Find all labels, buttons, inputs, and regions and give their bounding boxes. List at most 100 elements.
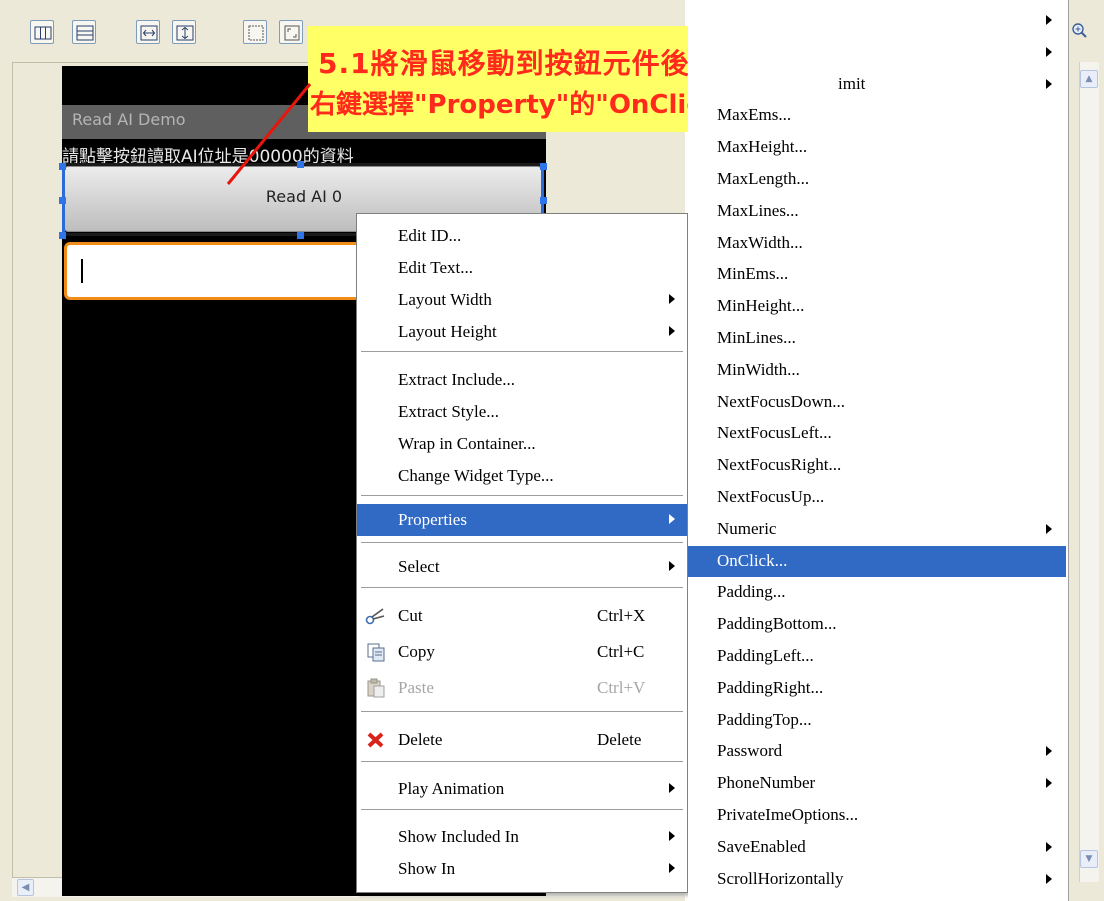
submenu-item-label: Padding...	[717, 582, 786, 602]
menu-item-extract-style[interactable]: Extract Style...	[357, 396, 687, 428]
menu-item-wrap-in-container[interactable]: Wrap in Container...	[357, 428, 687, 460]
submenu-item[interactable]: NextFocusDown...	[688, 387, 1066, 418]
resize-handle[interactable]	[59, 232, 66, 239]
submenu-item[interactable]: NextFocusLeft...	[688, 418, 1066, 449]
submenu-arrow-icon	[1046, 15, 1052, 25]
menu-separator	[361, 542, 683, 543]
submenu-item[interactable]: PaddingBottom...	[688, 609, 1066, 640]
menu-item-delete[interactable]: Delete Delete	[357, 724, 687, 756]
submenu-item[interactable]: ScrollHorizontally	[688, 864, 1066, 895]
submenu-item[interactable]: OnClick...	[688, 545, 1066, 577]
menu-item-edit-id[interactable]: Edit ID...	[357, 220, 687, 252]
submenu-item[interactable]: Password	[688, 736, 1066, 767]
zoom-fit-icon[interactable]	[279, 20, 303, 44]
submenu-item[interactable]: NextFocusUp...	[688, 482, 1066, 513]
menu-item-play-animation[interactable]: Play Animation	[357, 773, 687, 805]
submenu-item-label: MaxLines...	[717, 200, 799, 220]
submenu-arrow-icon	[1046, 778, 1052, 789]
delete-x-icon	[365, 730, 387, 750]
submenu-item-label: MaxLength...	[717, 169, 810, 188]
submenu-item-label: MinLines...	[717, 328, 796, 347]
menu-item-show-in[interactable]: Show In	[357, 853, 687, 885]
submenu-item-label: PrivateImeOptions...	[717, 805, 859, 824]
menu-item-layout-width[interactable]: Layout Width	[357, 284, 687, 316]
submenu-item[interactable]	[688, 5, 1066, 36]
fit-height-icon[interactable]	[172, 20, 196, 44]
submenu-item[interactable]: MinLines...	[688, 323, 1066, 354]
scroll-down-button[interactable]: ▼	[1080, 850, 1098, 868]
context-menu: Edit ID... Edit Text... Layout Width Lay…	[356, 213, 688, 893]
resize-handle[interactable]	[59, 197, 66, 204]
menu-item-extract-include[interactable]: Extract Include...	[357, 364, 687, 396]
menu-item-select[interactable]: Select	[357, 551, 687, 583]
submenu-arrow-icon	[669, 514, 675, 524]
submenu-arrow-icon	[669, 294, 675, 304]
submenu-item-label: NextFocusUp...	[717, 487, 825, 506]
submenu-arrow-icon	[1046, 46, 1052, 57]
fit-width-icon[interactable]	[136, 20, 160, 44]
submenu-item[interactable]: MaxLength...	[688, 164, 1066, 195]
submenu-item-label: MaxEms...	[717, 105, 792, 125]
submenu-arrow-icon	[669, 783, 675, 793]
submenu-item-label: PaddingBottom...	[717, 614, 837, 634]
submenu-item-label: Numeric	[717, 518, 777, 538]
submenu-item[interactable]: MinEms...	[688, 259, 1066, 290]
submenu-item[interactable]	[688, 37, 1066, 68]
resize-handle[interactable]	[540, 197, 547, 204]
submenu-item-label: MaxWidth...	[717, 232, 803, 252]
submenu-item[interactable]: MaxEms...	[688, 100, 1066, 131]
submenu-item[interactable]: PaddingTop...	[688, 705, 1066, 736]
submenu-item-label: MinWidth...	[717, 359, 800, 379]
submenu-item-label: NextFocusLeft...	[717, 423, 832, 443]
submenu-arrow-icon	[1046, 841, 1052, 852]
submenu-item[interactable]: PrivateImeOptions...	[688, 800, 1066, 831]
menu-item-change-widget-type[interactable]: Change Widget Type...	[357, 460, 687, 492]
submenu-item[interactable]: MinWidth...	[688, 355, 1066, 386]
submenu-item[interactable]: Padding...	[688, 577, 1066, 608]
split-vertical-icon[interactable]	[30, 20, 54, 44]
menu-item-layout-height[interactable]: Layout Height	[357, 316, 687, 348]
submenu-item-label: imit	[838, 73, 866, 93]
menu-separator	[361, 761, 683, 762]
submenu-arrow-icon	[669, 831, 675, 841]
submenu-item-label: MinEms...	[717, 264, 789, 284]
submenu-item-label: SaveEnabled	[717, 836, 806, 856]
menu-item-edit-text[interactable]: Edit Text...	[357, 252, 687, 284]
submenu-item[interactable]: imit	[688, 69, 1066, 100]
menu-item-cut[interactable]: Cut Ctrl+X	[357, 600, 687, 632]
menu-item-copy[interactable]: Copy Ctrl+C	[357, 636, 687, 668]
submenu-item[interactable]: MaxHeight...	[688, 132, 1066, 163]
submenu-item-label: NextFocusDown...	[717, 391, 845, 411]
vertical-scrollbar[interactable]	[1079, 62, 1099, 882]
properties-submenu: imit MaxEms... MaxHeight... MaxLength... Max…	[688, 0, 1069, 901]
submenu-item[interactable]: MinHeight...	[688, 291, 1066, 322]
submenu-item[interactable]: Numeric	[688, 514, 1066, 545]
resize-handle[interactable]	[540, 163, 547, 170]
resize-handle[interactable]	[297, 232, 304, 239]
submenu-item-label: PaddingRight...	[717, 677, 824, 697]
submenu-item[interactable]: MaxWidth...	[688, 228, 1066, 259]
zoom-in-icon[interactable]	[1071, 22, 1087, 38]
submenu-arrow-icon	[1046, 523, 1052, 534]
menu-item-properties[interactable]: Properties	[357, 504, 687, 536]
submenu-item-label: NextFocusRight...	[717, 455, 842, 475]
submenu-item[interactable]: MaxLines...	[688, 196, 1066, 227]
submenu-item-label: ScrollHorizontally	[717, 868, 844, 888]
scroll-left-button[interactable]: ◀	[17, 879, 34, 896]
submenu-item-label: PaddingLeft...	[717, 646, 814, 665]
submenu-item[interactable]: PhoneNumber	[688, 768, 1066, 799]
submenu-item[interactable]: SaveEnabled	[688, 832, 1066, 863]
scroll-up-button[interactable]: ▲	[1080, 70, 1098, 88]
menu-item-paste[interactable]: Paste Ctrl+V	[357, 672, 687, 704]
zoom-box-icon[interactable]	[243, 20, 267, 44]
submenu-arrow-icon	[669, 326, 675, 336]
submenu-item[interactable]: NextFocusRight...	[688, 450, 1066, 481]
split-horizontal-icon[interactable]	[72, 20, 96, 44]
menu-item-show-included-in[interactable]: Show Included In	[357, 821, 687, 853]
resize-handle[interactable]	[59, 163, 66, 170]
submenu-item[interactable]: PaddingRight...	[688, 673, 1066, 704]
menu-separator	[361, 495, 683, 496]
submenu-item-label: MinHeight...	[717, 296, 805, 316]
scissors-icon	[365, 606, 387, 626]
submenu-item[interactable]: PaddingLeft...	[688, 641, 1066, 672]
